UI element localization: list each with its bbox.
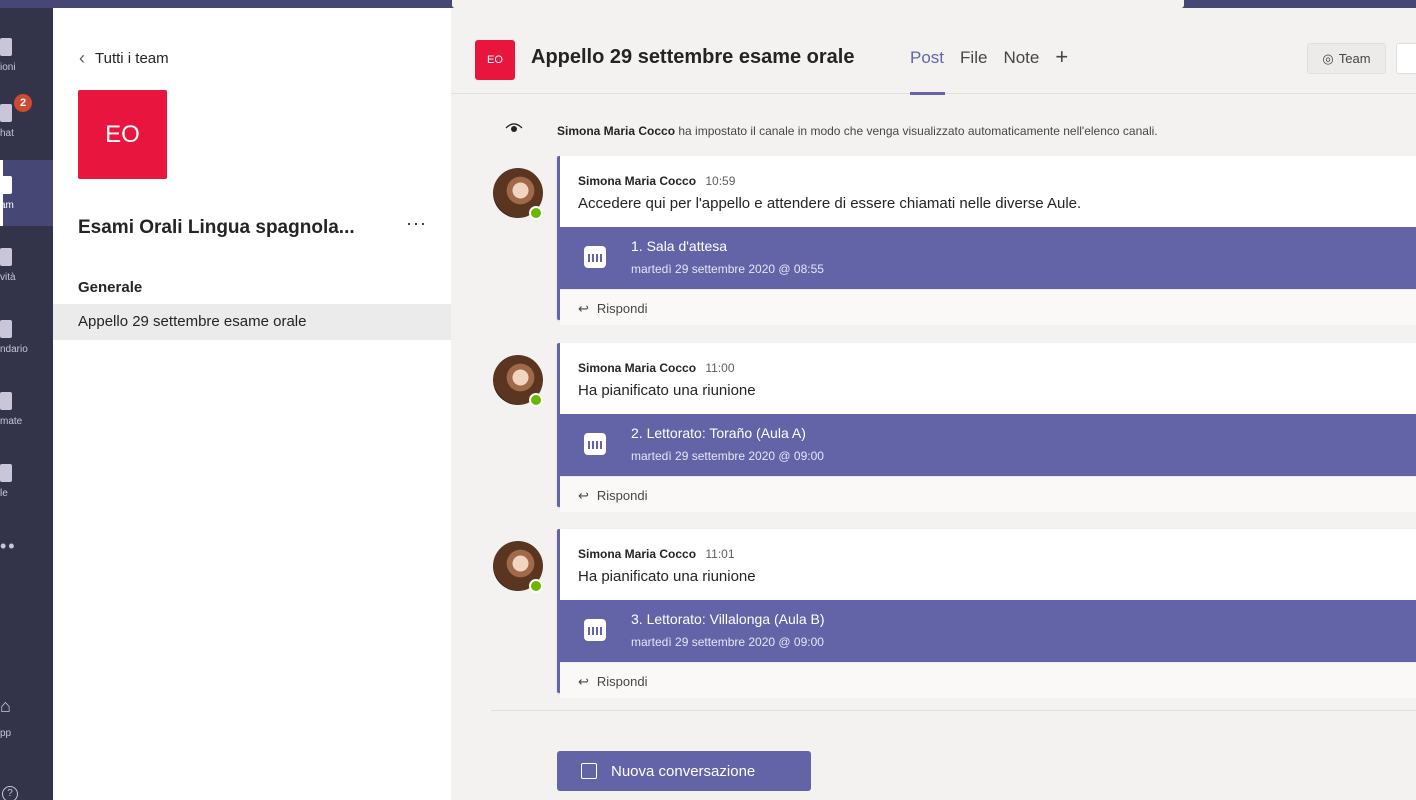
meeting-card[interactable]: 3. Lettorato: Villalonga (Aula B) marted… — [560, 600, 1416, 662]
tab-bar: Post File Note + — [910, 46, 1068, 95]
calendar-icon — [584, 619, 606, 641]
chevron-left-icon: ‹ — [79, 48, 85, 68]
rail-item-label: ioni — [0, 62, 16, 73]
reply-label: Rispondi — [596, 301, 648, 316]
more-apps-icon[interactable]: •• — [0, 536, 17, 557]
post-body: Accedere qui per l'appello e attendere d… — [578, 195, 1082, 212]
post-body: Ha pianificato una riunione — [578, 382, 756, 399]
more-options-icon[interactable]: ··· — [406, 213, 427, 234]
reply-label: Rispondi — [596, 674, 648, 689]
system-message: Simona Maria Cocco ha impostato il canal… — [451, 120, 1416, 144]
rail-item-calendar[interactable]: ndario — [0, 304, 53, 370]
rail-item-label: hat — [0, 128, 14, 139]
post-meta: Simona Maria Cocco 11:01 — [578, 547, 735, 561]
post-author: Simona Maria Cocco — [578, 547, 697, 561]
chat-icon — [0, 104, 12, 122]
rail-item-calls[interactable]: mate — [0, 376, 53, 442]
rail-item-label: pp — [0, 728, 12, 739]
eye-icon — [505, 123, 523, 132]
team-name: Esami Orali Lingua spagnola... — [78, 217, 355, 238]
meeting-card[interactable]: 2. Lettorato: Toraño (Aula A) martedì 29… — [560, 414, 1416, 476]
rail-item-label: vità — [0, 272, 16, 283]
rail-item-label: am — [0, 200, 14, 211]
reply-arrow-icon: ↩ — [578, 301, 589, 316]
channel-avatar: EO — [475, 40, 515, 80]
post-body: Ha pianificato una riunione — [578, 568, 756, 585]
system-message-text: Simona Maria Cocco ha impostato il canal… — [557, 124, 1158, 138]
eye-icon: ◎ — [1322, 50, 1334, 66]
meeting-title: 1. Sala d'attesa — [631, 238, 728, 254]
presence-available-icon — [529, 579, 543, 593]
rail-item-assignments[interactable]: vità — [0, 232, 53, 298]
meeting-title: 2. Lettorato: Toraño (Aula A) — [631, 425, 806, 441]
reply-button[interactable]: ↩ Rispondi — [560, 662, 1416, 698]
channel-title: Appello 29 settembre esame orale — [531, 46, 855, 68]
calendar-icon — [584, 433, 606, 455]
meeting-title: 3. Lettorato: Villalonga (Aula B) — [631, 611, 825, 627]
compose-icon — [581, 763, 597, 779]
rail-item-files[interactable]: le — [0, 448, 53, 514]
tab-posts[interactable]: Post — [910, 48, 946, 95]
rail-item-label: ndario — [0, 344, 28, 355]
section-label: Generale — [78, 279, 143, 296]
team-avatar: EO — [78, 90, 167, 179]
post-meta: Simona Maria Cocco 10:59 — [578, 174, 735, 188]
teams-icon — [0, 176, 12, 194]
meeting-card[interactable]: 1. Sala d'attesa martedì 29 settembre 20… — [560, 227, 1416, 289]
meet-button[interactable] — [1396, 43, 1416, 74]
rail-item-label: le — [0, 488, 8, 499]
system-message-body: ha impostato il canale in modo che venga… — [675, 124, 1158, 138]
reply-button[interactable]: ↩ Rispondi — [560, 289, 1416, 325]
post-card: Simona Maria Cocco 11:01 Ha pianificato … — [557, 529, 1416, 698]
reply-label: Rispondi — [596, 488, 648, 503]
bell-icon — [0, 38, 12, 56]
rail-item-label: mate — [0, 416, 23, 427]
rail-item-teams[interactable]: am — [0, 160, 53, 226]
file-icon — [0, 464, 12, 482]
post-time: 11:01 — [705, 547, 735, 561]
assignments-icon — [0, 248, 12, 266]
meeting-date: martedì 29 settembre 2020 @ 08:55 — [631, 262, 824, 276]
reply-button[interactable]: ↩ Rispondi — [560, 476, 1416, 512]
team-button-label: Team — [1338, 51, 1371, 66]
calendar-icon — [0, 320, 12, 338]
rail-item-apps[interactable]: ⌂ pp — [0, 690, 53, 756]
phone-icon — [0, 392, 12, 410]
post-card: Simona Maria Cocco 10:59 Accedere qui pe… — [557, 156, 1416, 325]
app-rail: ioni hat 2 am vità ndario mate le •• ⌂ p… — [0, 8, 53, 800]
reply-arrow-icon: ↩ — [578, 488, 589, 503]
chat-badge: 2 — [14, 94, 32, 112]
add-tab-icon[interactable]: + — [1055, 46, 1068, 68]
presence-available-icon — [529, 393, 543, 407]
top-bar — [0, 0, 1416, 8]
rail-item-activity[interactable]: ioni — [0, 22, 53, 88]
team-panel: ‹ Tutti i team EO Esami Orali Lingua spa… — [53, 8, 451, 800]
meeting-date: martedì 29 settembre 2020 @ 09:00 — [631, 449, 824, 463]
team-button[interactable]: ◎ Team — [1307, 43, 1386, 74]
divider — [491, 710, 1416, 711]
post-time: 10:59 — [705, 174, 736, 188]
channel-header: EO Appello 29 settembre esame orale Post… — [451, 8, 1416, 95]
post-author: Simona Maria Cocco — [578, 361, 697, 375]
new-conversation-label: Nuova conversazione — [611, 762, 756, 780]
post-card: Simona Maria Cocco 11:00 Ha pianificato … — [557, 343, 1416, 512]
calendar-icon — [584, 246, 606, 268]
system-message-author: Simona Maria Cocco — [557, 124, 676, 138]
post-author: Simona Maria Cocco — [578, 174, 697, 188]
channel-item[interactable]: Appello 29 settembre esame orale — [53, 304, 451, 340]
post-time: 11:00 — [705, 361, 735, 375]
channel-main: EO Appello 29 settembre esame orale Post… — [451, 8, 1416, 800]
new-conversation-button[interactable]: Nuova conversazione — [557, 751, 811, 791]
help-icon[interactable]: ? — [2, 786, 18, 800]
search-bar[interactable] — [452, 0, 1184, 8]
presence-available-icon — [529, 206, 543, 220]
tab-files[interactable]: File — [960, 48, 987, 68]
tab-notes[interactable]: Note — [1003, 48, 1039, 68]
reply-arrow-icon: ↩ — [578, 674, 589, 689]
back-label: Tutti i team — [95, 50, 169, 67]
back-to-teams-link[interactable]: ‹ Tutti i team — [79, 48, 169, 69]
apps-icon: ⌂ — [0, 696, 11, 716]
meeting-date: martedì 29 settembre 2020 @ 09:00 — [631, 635, 824, 649]
post-meta: Simona Maria Cocco 11:00 — [578, 361, 735, 375]
